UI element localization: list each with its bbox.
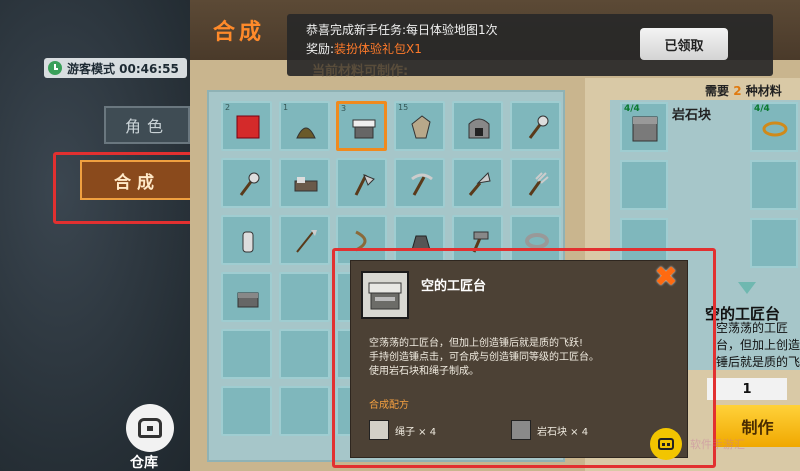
grid-slot[interactable] bbox=[510, 101, 561, 151]
material-slot-rock[interactable]: 4/4 bbox=[620, 102, 668, 152]
grid-slot-empty bbox=[279, 386, 330, 436]
grid-slot[interactable] bbox=[452, 101, 503, 151]
slot-count: 15 bbox=[398, 103, 409, 112]
notice-reward-text: 奖励:装扮体验礼包X1 bbox=[306, 40, 422, 57]
guest-timer: 游客模式 00:46:55 bbox=[44, 58, 187, 78]
grid-slot[interactable] bbox=[279, 158, 330, 208]
storage-label: 仓库 bbox=[130, 455, 158, 471]
notice-task-text: 恭喜完成新手任务:每日体验地图1次 bbox=[306, 23, 498, 37]
spear-icon bbox=[296, 230, 317, 253]
material-slot-empty bbox=[620, 160, 668, 210]
furnace-icon bbox=[468, 118, 490, 139]
red-block-icon bbox=[236, 115, 260, 139]
robot-icon bbox=[658, 438, 674, 450]
clock-icon bbox=[48, 61, 62, 75]
slot-count: 2 bbox=[225, 103, 231, 112]
watermark-logo bbox=[650, 428, 682, 460]
grid-slot[interactable] bbox=[221, 158, 272, 208]
grid-slot[interactable] bbox=[279, 215, 330, 265]
chest-icon bbox=[237, 292, 259, 308]
quantity-field[interactable]: 1 bbox=[707, 378, 787, 400]
workbench-icon bbox=[352, 119, 376, 139]
pickaxe-icon bbox=[411, 173, 433, 196]
craftable-caption: 当前材料可制作: bbox=[312, 64, 409, 79]
slot-count: 1 bbox=[283, 103, 289, 112]
material-slot-empty bbox=[750, 160, 798, 210]
grid-slot[interactable] bbox=[510, 158, 561, 208]
grid-slot-empty bbox=[221, 329, 272, 379]
arrow-down-icon bbox=[738, 282, 756, 294]
page-title: 合成 bbox=[213, 20, 266, 45]
grid-slot[interactable] bbox=[221, 272, 272, 322]
chest-icon bbox=[138, 418, 162, 438]
material-slot-empty bbox=[750, 218, 798, 268]
claimed-button[interactable]: 已领取 bbox=[640, 28, 728, 60]
reward-item: 装扮体验礼包X1 bbox=[334, 42, 422, 56]
axe-icon bbox=[354, 174, 375, 196]
grid-slot[interactable]: 2 bbox=[221, 101, 272, 151]
grid-slot[interactable] bbox=[336, 158, 387, 208]
bed-icon bbox=[294, 177, 318, 192]
grid-slot[interactable] bbox=[221, 215, 272, 265]
result-description: 空荡荡的工匠台，但加上创造锤后就是质的飞跃!手持创造锤点击，可合成与创造锤同等级… bbox=[716, 321, 800, 369]
slot-count: 3 bbox=[341, 104, 347, 113]
req-prefix: 需要 bbox=[705, 84, 730, 98]
grid-slot[interactable] bbox=[452, 158, 503, 208]
grid-slot-empty bbox=[221, 386, 272, 436]
shovel-icon bbox=[468, 172, 491, 196]
grid-slot-empty bbox=[279, 272, 330, 322]
tab-role[interactable]: 角色 bbox=[104, 106, 190, 144]
rope-icon bbox=[762, 121, 788, 137]
storage-button[interactable] bbox=[126, 404, 174, 452]
grid-slot-empty bbox=[279, 329, 330, 379]
requirement-text: 需要 2 种材料 bbox=[705, 82, 782, 99]
rock-count: 4/4 bbox=[624, 104, 640, 114]
torch-icon bbox=[528, 115, 549, 139]
material-slot-rope[interactable]: 4/4 bbox=[750, 102, 798, 152]
bottle-icon bbox=[242, 231, 254, 253]
plant-sack-icon bbox=[296, 127, 316, 139]
req-suffix: 种材料 bbox=[745, 84, 782, 98]
grid-slot[interactable]: 1 bbox=[279, 101, 330, 151]
timer-text: 游客模式 00:46:55 bbox=[67, 61, 179, 76]
grid-slot[interactable] bbox=[394, 158, 445, 208]
watermark-text: 软件手游汇 bbox=[690, 438, 745, 451]
rope-count: 4/4 bbox=[754, 104, 770, 114]
req-count: 2 bbox=[733, 84, 742, 98]
grid-slot[interactable]: 15 bbox=[394, 101, 445, 151]
rock-block-icon bbox=[632, 116, 658, 142]
rake-icon bbox=[528, 172, 549, 196]
torch-icon bbox=[239, 172, 260, 196]
rock-label: 岩石块 bbox=[672, 108, 712, 123]
reward-prefix: 奖励: bbox=[306, 42, 335, 56]
stone-shard-icon bbox=[411, 115, 431, 139]
grid-slot[interactable]: 3 bbox=[336, 101, 387, 151]
